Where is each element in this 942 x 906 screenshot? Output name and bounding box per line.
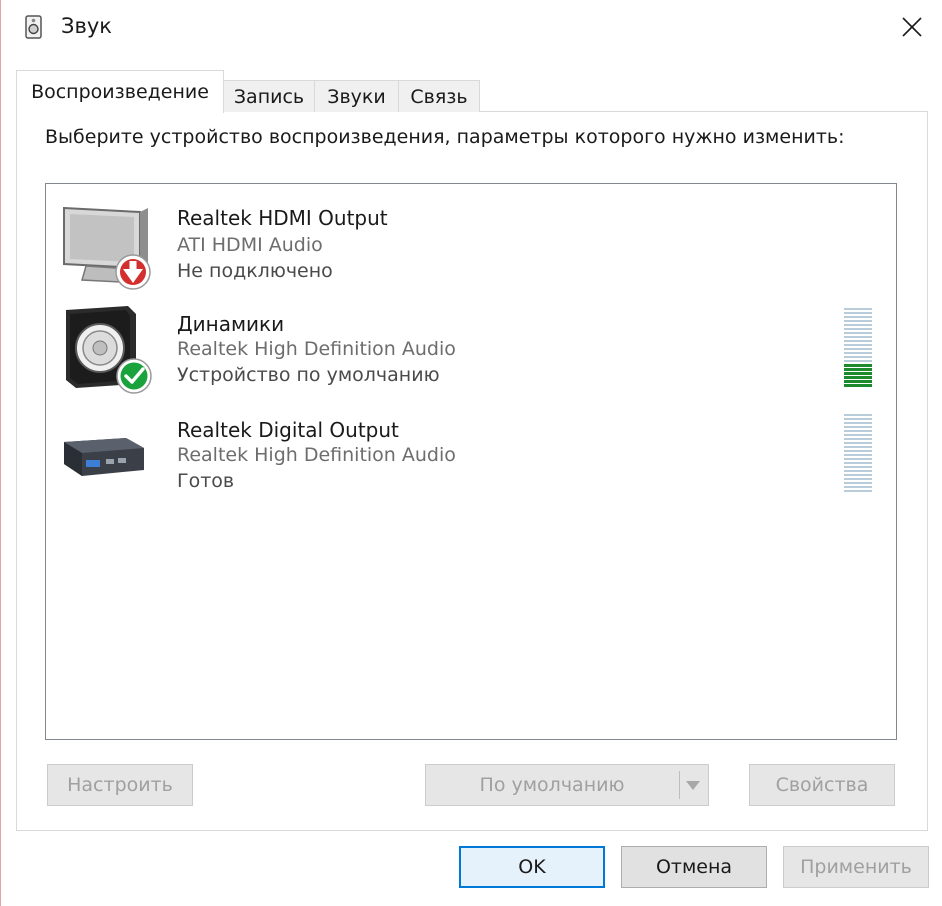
meter-segment bbox=[844, 438, 872, 440]
disconnected-down-arrow-icon bbox=[115, 254, 151, 290]
meter-segment bbox=[844, 360, 872, 362]
device-driver: Realtek High Definition Audio bbox=[177, 338, 456, 360]
meter-segment bbox=[844, 372, 872, 375]
meter-segment bbox=[844, 316, 872, 318]
meter-segment bbox=[844, 344, 872, 346]
tab-sounds[interactable]: Звуки bbox=[314, 80, 399, 112]
tab-communications[interactable]: Связь bbox=[398, 80, 480, 112]
meter-segment bbox=[844, 308, 872, 310]
device-name: Realtek HDMI Output bbox=[177, 206, 388, 230]
device-name: Realtek Digital Output bbox=[177, 418, 399, 442]
meter-segment bbox=[844, 332, 872, 334]
list-item[interactable]: Динамики Realtek High Definition Audio У… bbox=[46, 304, 896, 404]
meter-segment bbox=[844, 442, 872, 444]
default-checkmark-icon bbox=[116, 358, 152, 394]
close-button[interactable] bbox=[889, 6, 935, 48]
meter-segment bbox=[844, 356, 872, 358]
tab-playback[interactable]: Воспроизведение bbox=[16, 70, 224, 113]
meter-segment bbox=[844, 434, 872, 436]
meter-segment bbox=[844, 446, 872, 448]
meter-segment bbox=[844, 454, 872, 456]
device-status: Не подключено bbox=[177, 260, 333, 282]
properties-button[interactable]: Свойства bbox=[749, 764, 895, 806]
meter-segment bbox=[844, 458, 872, 460]
meter-segment bbox=[844, 328, 872, 330]
device-status: Устройство по умолчанию bbox=[177, 364, 440, 386]
meter-segment bbox=[844, 384, 872, 387]
window-title: Звук bbox=[61, 14, 112, 38]
playback-device-list[interactable]: Realtek HDMI Output ATI HDMI Audio Не по… bbox=[45, 183, 897, 740]
device-name: Динамики bbox=[177, 312, 285, 336]
meter-segment bbox=[844, 478, 872, 480]
meter-segment bbox=[844, 422, 872, 424]
speaker-icon bbox=[25, 15, 42, 39]
meter-segment bbox=[844, 324, 872, 326]
configure-button[interactable]: Настроить bbox=[47, 764, 193, 806]
meter-segment bbox=[844, 462, 872, 464]
sound-dialog: Звук Воспроизведение Запись Звуки Связь … bbox=[0, 0, 942, 906]
level-meter bbox=[844, 414, 874, 494]
meter-segment bbox=[844, 414, 872, 416]
title-bar[interactable]: Звук bbox=[1, 0, 942, 56]
meter-segment bbox=[844, 474, 872, 476]
set-default-label: По умолчанию bbox=[479, 774, 625, 796]
meter-segment bbox=[844, 340, 872, 342]
level-meter bbox=[844, 308, 874, 388]
split-divider bbox=[679, 771, 680, 799]
meter-segment bbox=[844, 482, 872, 484]
list-item[interactable]: Realtek HDMI Output ATI HDMI Audio Не по… bbox=[46, 198, 896, 298]
ok-button[interactable]: OK bbox=[459, 846, 605, 888]
meter-segment bbox=[844, 348, 872, 350]
meter-segment bbox=[844, 426, 872, 428]
meter-segment bbox=[844, 376, 872, 379]
meter-segment bbox=[844, 320, 872, 322]
meter-segment bbox=[844, 490, 872, 492]
tab-recording[interactable]: Запись bbox=[223, 80, 315, 112]
meter-segment bbox=[844, 470, 872, 472]
instruction-text: Выберите устройство воспроизведения, пар… bbox=[45, 126, 845, 148]
meter-segment bbox=[844, 364, 872, 367]
apply-button[interactable]: Применить bbox=[783, 846, 929, 888]
meter-segment bbox=[844, 380, 872, 383]
meter-segment bbox=[844, 418, 872, 420]
device-driver: Realtek High Definition Audio bbox=[177, 444, 456, 466]
device-driver: ATI HDMI Audio bbox=[177, 234, 323, 256]
meter-segment bbox=[844, 352, 872, 354]
meter-segment bbox=[844, 486, 872, 488]
digital-receiver-icon bbox=[64, 438, 144, 476]
meter-segment bbox=[844, 312, 872, 314]
meter-segment bbox=[844, 430, 872, 432]
set-default-split-button[interactable]: По умолчанию bbox=[425, 764, 709, 806]
close-icon bbox=[902, 17, 922, 37]
monitor-icon bbox=[63, 206, 151, 290]
chevron-down-icon[interactable] bbox=[686, 781, 700, 790]
device-status: Готов bbox=[177, 470, 235, 492]
meter-segment bbox=[844, 466, 872, 468]
speaker-box-icon bbox=[66, 306, 152, 394]
list-item[interactable]: Realtek Digital Output Realtek High Defi… bbox=[46, 410, 896, 510]
meter-segment bbox=[844, 336, 872, 338]
cancel-button[interactable]: Отмена bbox=[621, 846, 767, 888]
meter-segment bbox=[844, 450, 872, 452]
meter-segment bbox=[844, 368, 872, 371]
